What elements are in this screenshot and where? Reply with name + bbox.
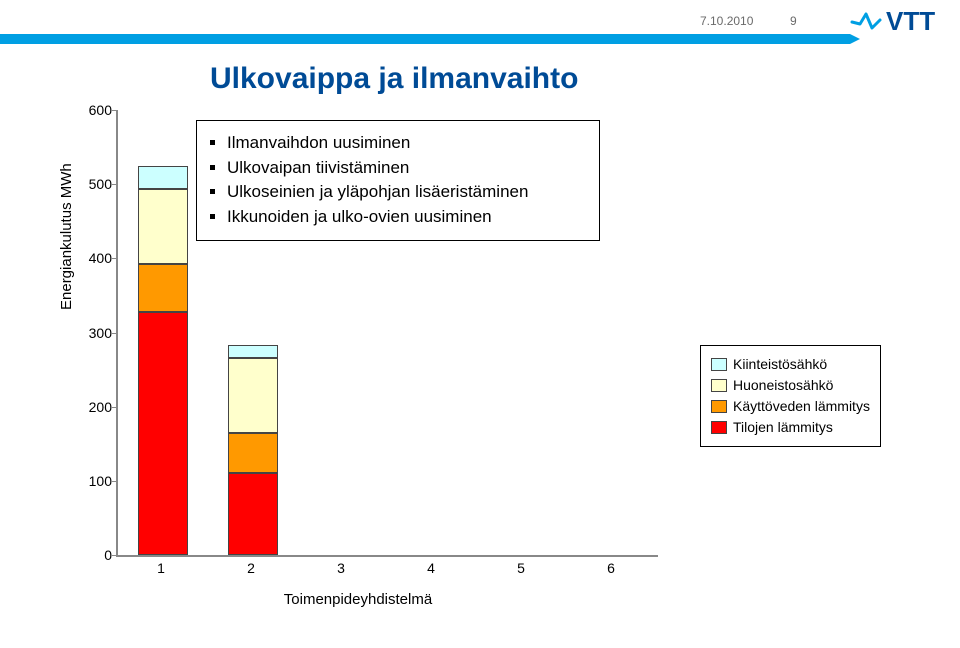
y-tick: 400 — [86, 250, 112, 266]
legend-label: Käyttöveden lämmitys — [733, 396, 870, 417]
bar-segment-kiint — [138, 166, 188, 190]
legend-item: Huoneistosähkö — [711, 375, 870, 396]
y-tick: 500 — [86, 176, 112, 192]
bar-segment-tiloj — [228, 473, 278, 555]
y-tick: 300 — [86, 325, 112, 341]
bullet-item: Ilmanvaihdon uusiminen — [227, 131, 589, 156]
svg-text:VTT: VTT — [886, 6, 935, 36]
legend-item: Kiinteistösähkö — [711, 354, 870, 375]
header-date: 7.10.2010 — [700, 14, 753, 28]
bullet-item: Ikkunoiden ja ulko-ovien uusiminen — [227, 205, 589, 230]
swatch-icon — [711, 421, 727, 434]
swatch-icon — [711, 379, 727, 392]
legend-label: Huoneistosähkö — [733, 375, 833, 396]
bar-segment-kiint — [228, 345, 278, 358]
y-tick: 100 — [86, 473, 112, 489]
legend-label: Kiinteistösähkö — [733, 354, 827, 375]
header-page: 9 — [790, 14, 797, 28]
x-tick: 6 — [607, 560, 615, 576]
bullet-box: Ilmanvaihdon uusiminen Ulkovaipan tiivis… — [196, 120, 600, 241]
x-tick: 2 — [247, 560, 255, 576]
y-tick: 0 — [86, 547, 112, 563]
y-tick: 600 — [86, 102, 112, 118]
x-tick: 1 — [157, 560, 165, 576]
y-tick: 200 — [86, 399, 112, 415]
x-tick: 3 — [337, 560, 345, 576]
x-axis-label: Toimenpideyhdistelmä — [38, 591, 678, 608]
bar-segment-tiloj — [138, 312, 188, 555]
vtt-logo: VTT — [850, 4, 946, 41]
swatch-icon — [711, 358, 727, 371]
bar-segment-huone — [138, 189, 188, 263]
bullet-item: Ulkovaipan tiivistäminen — [227, 156, 589, 181]
x-tick: 4 — [427, 560, 435, 576]
swatch-icon — [711, 400, 727, 413]
bar-segment-huone — [228, 358, 278, 432]
bullet-list: Ilmanvaihdon uusiminen Ulkovaipan tiivis… — [209, 131, 589, 230]
bar-segment-kaytt — [228, 433, 278, 474]
legend: Kiinteistösähkö Huoneistosähkö Käyttöved… — [700, 345, 881, 447]
bar — [138, 166, 188, 555]
legend-item: Käyttöveden lämmitys — [711, 396, 870, 417]
legend-label: Tilojen lämmitys — [733, 417, 833, 438]
bar — [228, 345, 278, 555]
x-tick: 5 — [517, 560, 525, 576]
bar-segment-kaytt — [138, 264, 188, 312]
legend-item: Tilojen lämmitys — [711, 417, 870, 438]
header-accent-bar — [0, 34, 850, 44]
slide: 7.10.2010 9 VTT Ulkovaippa ja ilmanvaiht… — [0, 0, 960, 648]
y-axis-label: Energiankulutus MWh — [58, 163, 75, 310]
bullet-item: Ulkoseinien ja yläpohjan lisäeristäminen — [227, 180, 589, 205]
slide-title: Ulkovaippa ja ilmanvaihto — [210, 62, 578, 96]
